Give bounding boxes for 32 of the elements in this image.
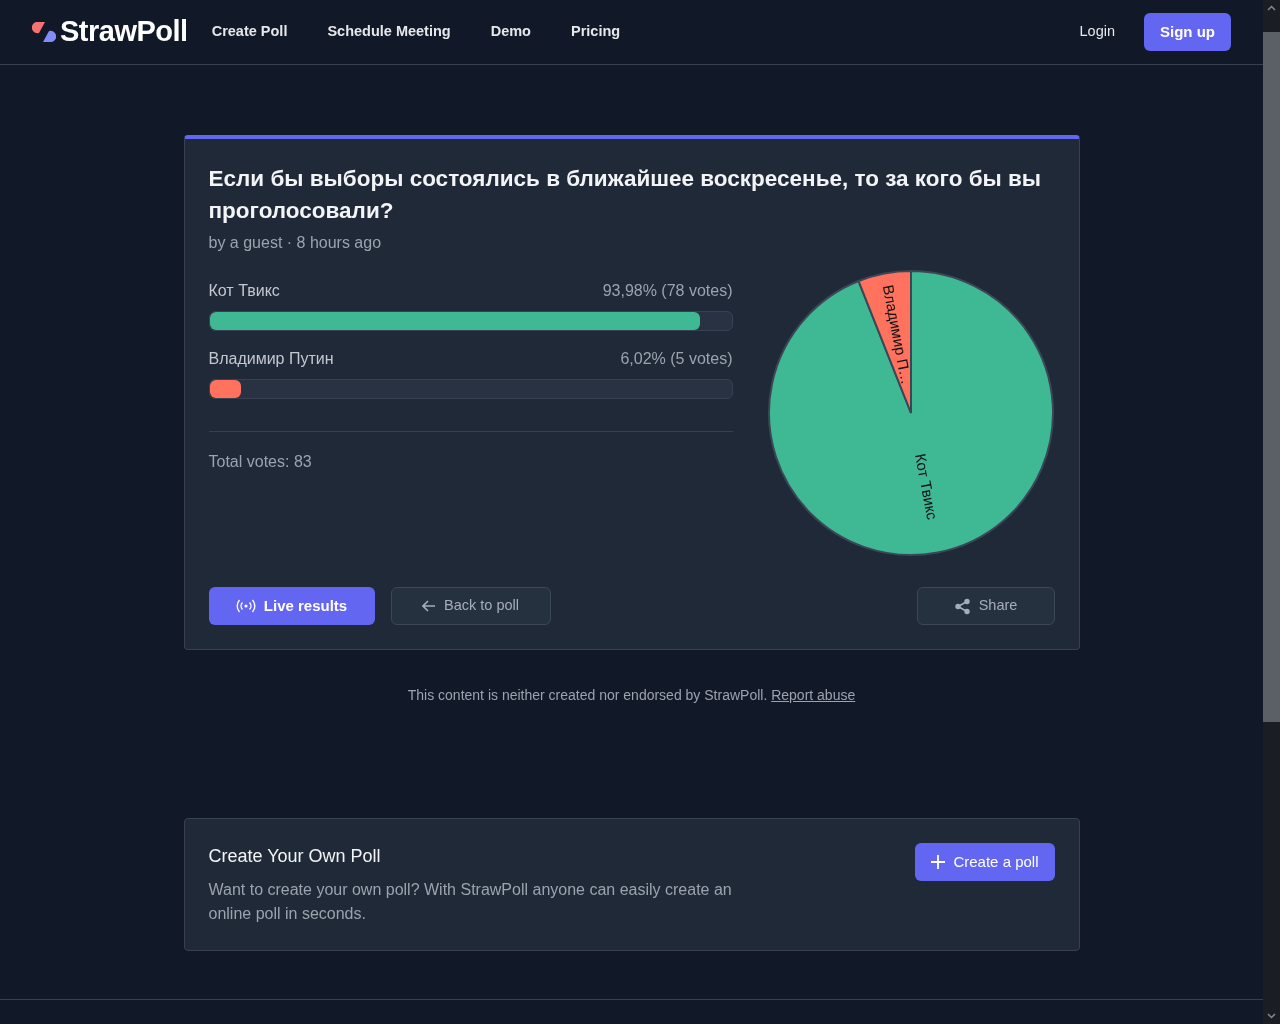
arrow-left-icon: [422, 600, 436, 612]
cta-description: Want to create your own poll? With StrawPoll anyone can easily create an online poll in seconds.: [208, 880, 733, 924]
live-icon: [235, 599, 256, 613]
slice-label: Владимир П…: [879, 283, 915, 386]
scroll-down-icon[interactable]: [1267, 1013, 1276, 1019]
poll-title: Если бы выборы состоялись в ближайшее воскресенье, то за кого бы вы проголосовали?: [208, 165, 1043, 225]
share-button[interactable]: Share: [916, 587, 1055, 625]
signup-button[interactable]: Sign up: [1144, 13, 1231, 51]
vote-result: 6,02% (5 votes): [620, 349, 733, 369]
cta-title: Create Your Own Poll: [208, 845, 382, 868]
login-link[interactable]: Login: [1079, 21, 1115, 43]
back-to-poll-button[interactable]: Back to poll: [390, 587, 551, 625]
option-name: Кот Твикс: [208, 281, 280, 301]
slice-label: Кот Твикс: [911, 452, 941, 522]
poll-meta: by a guest · 8 hours ago: [208, 233, 383, 253]
logo-icon[interactable]: [32, 20, 56, 44]
brand-name[interactable]: StrawPoll: [60, 10, 188, 54]
share-icon: [953, 597, 971, 615]
nav-link[interactable]: Pricing: [571, 21, 621, 43]
nav-link[interactable]: Schedule Meeting: [327, 21, 451, 43]
total-votes: Total votes: 83: [208, 452, 313, 472]
nav-link[interactable]: Create Poll: [211, 21, 288, 43]
vote-result: 93,98% (78 votes): [602, 281, 733, 301]
plus-icon: [931, 855, 946, 869]
disclaimer-text: This content is neither created nor endorsed by StrawPoll. Report abuse: [406, 686, 857, 705]
live-results-button[interactable]: Live results: [208, 587, 375, 625]
report-abuse-link[interactable]: Report abuse: [771, 687, 856, 703]
nav-link[interactable]: Demo: [490, 21, 531, 43]
create-poll-button[interactable]: Create a poll: [915, 843, 1055, 881]
scrollbar[interactable]: [1263, 0, 1280, 1024]
scroll-up-icon[interactable]: [1267, 5, 1276, 11]
option-name: Владимир Путин: [208, 349, 334, 369]
